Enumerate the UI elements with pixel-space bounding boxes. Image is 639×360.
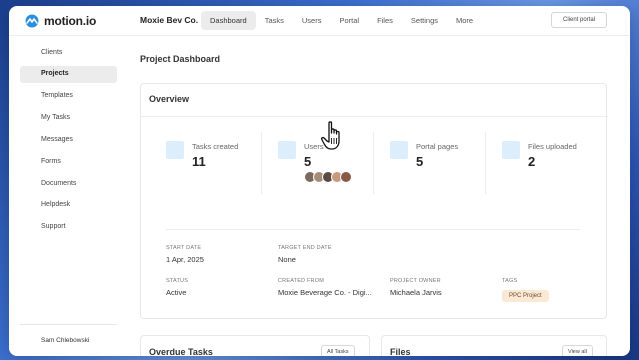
logo[interactable]: motion.io <box>24 14 96 28</box>
stat-label: Tasks created <box>192 142 239 151</box>
main-content: Project Dashboard Overview Tasks created… <box>129 36 630 356</box>
nav-files[interactable]: Files <box>368 11 402 30</box>
target-end-date-value: None <box>278 255 296 264</box>
sidebar: Clients Projects Templates My Tasks Mess… <box>9 36 129 356</box>
stat-label: Portal pages <box>416 142 459 151</box>
page-title: Project Dashboard <box>140 54 221 64</box>
created-from-field: CREATED FROM Moxie Beverage Co. - Digi..… <box>278 278 383 297</box>
users-stat-icon <box>278 141 296 159</box>
stat-label: Files uploaded <box>528 142 577 151</box>
sidebar-item-support[interactable]: Support <box>20 219 117 236</box>
stat-tasks-created[interactable]: Tasks created 11 <box>166 139 274 199</box>
target-end-date-label: TARGET END DATE <box>278 245 332 251</box>
tags-label: TAGS <box>502 278 518 284</box>
start-date-field: START DATE 1 Apr, 2025 <box>166 245 271 264</box>
nav-settings[interactable]: Settings <box>402 11 447 30</box>
nav-users[interactable]: Users <box>293 11 331 30</box>
all-tasks-button[interactable]: All Tasks <box>321 345 355 356</box>
top-nav: Dashboard Tasks Users Portal Files Setti… <box>201 11 482 30</box>
user-avatars <box>304 171 352 183</box>
project-owner-label: PROJECT OWNER <box>390 278 441 284</box>
portal-stat-icon <box>390 141 408 159</box>
motion-logo-icon <box>25 14 39 28</box>
nav-more[interactable]: More <box>447 11 482 30</box>
client-portal-button[interactable]: Client portal <box>551 12 607 28</box>
nav-dashboard[interactable]: Dashboard <box>201 11 256 30</box>
stat-separator <box>261 132 262 194</box>
start-date-label: START DATE <box>166 245 202 251</box>
stat-value: 11 <box>192 154 206 169</box>
tasks-stat-icon <box>166 141 184 159</box>
sidebar-item-messages[interactable]: Messages <box>20 132 117 149</box>
top-bar: motion.io Moxie Bev Co. Dashboard Tasks … <box>9 6 630 36</box>
sidebar-item-helpdesk[interactable]: Helpdesk <box>20 197 117 214</box>
sidebar-item-documents[interactable]: Documents <box>20 176 117 193</box>
start-date-value: 1 Apr, 2025 <box>166 255 204 264</box>
overview-header-divider <box>141 116 608 117</box>
stat-value: 2 <box>528 154 536 169</box>
sidebar-item-my-tasks[interactable]: My Tasks <box>20 110 117 127</box>
details-divider <box>166 229 580 230</box>
stat-separator <box>373 132 374 194</box>
status-value: Active <box>166 288 187 297</box>
stat-value: 5 <box>416 154 424 169</box>
view-all-button[interactable]: View all <box>562 345 593 356</box>
sidebar-item-projects[interactable]: Projects <box>20 66 117 83</box>
overdue-tasks-card: Overdue Tasks All Tasks <box>140 335 370 356</box>
created-from-label: CREATED FROM <box>278 278 324 284</box>
stat-portal-pages[interactable]: Portal pages 5 <box>390 139 498 199</box>
stat-value: 5 <box>304 154 312 169</box>
sidebar-item-clients[interactable]: Clients <box>20 45 117 62</box>
stat-separator <box>485 132 486 194</box>
created-from-link[interactable]: Moxie Beverage Co. - Digi... <box>278 288 383 297</box>
current-user-name[interactable]: Sam Chlebowski <box>41 337 89 344</box>
files-stat-icon <box>502 141 520 159</box>
nav-portal[interactable]: Portal <box>330 11 368 30</box>
project-owner-field: PROJECT OWNER Michaela Jarvis <box>390 278 495 297</box>
sidebar-divider <box>20 324 117 325</box>
status-field: STATUS Active <box>166 278 271 297</box>
files-card: Files View all <box>381 335 607 356</box>
tags-field: TAGS PPC Project <box>502 278 607 302</box>
sidebar-item-templates[interactable]: Templates <box>20 88 117 105</box>
stat-files-uploaded[interactable]: Files uploaded 2 <box>502 139 610 199</box>
nav-tasks[interactable]: Tasks <box>256 11 293 30</box>
files-title: Files <box>390 347 411 356</box>
overview-title: Overview <box>149 94 190 104</box>
status-label: STATUS <box>166 278 189 284</box>
hand-pointer-icon <box>320 121 340 150</box>
logo-text: motion.io <box>44 14 97 28</box>
avatar[interactable] <box>340 171 352 183</box>
overview-card: Overview Tasks created 11 Users 5 Portal… <box>140 83 610 319</box>
company-name[interactable]: Moxie Bev Co. <box>140 15 198 25</box>
app-window: motion.io Moxie Bev Co. Dashboard Tasks … <box>9 6 630 356</box>
project-owner-value: Michaela Jarvis <box>390 288 442 297</box>
target-end-date-field: TARGET END DATE None <box>278 245 383 264</box>
overdue-tasks-title: Overdue Tasks <box>149 347 213 356</box>
tag-badge[interactable]: PPC Project <box>502 290 549 302</box>
sidebar-item-forms[interactable]: Forms <box>20 154 117 171</box>
